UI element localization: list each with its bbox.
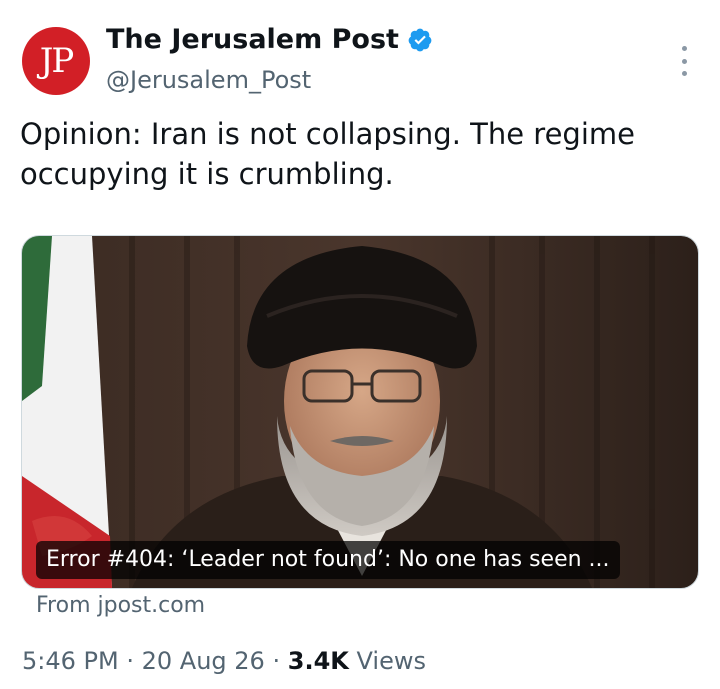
avatar-logo-text: JP (39, 41, 74, 81)
link-card[interactable]: Error #404: ‘Leader not found’: No one h… (21, 235, 699, 589)
handle[interactable]: @Jerusalem_Post (106, 66, 311, 94)
views-label: Views (356, 647, 426, 675)
more-options-icon[interactable] (672, 46, 696, 76)
card-source-link[interactable]: From jpost.com (36, 593, 205, 618)
tweet: JP The Jerusalem Post @Jerusalem_Post Op… (0, 0, 720, 689)
dot (681, 58, 687, 64)
card-headline: Error #404: ‘Leader not found’: No one h… (36, 541, 620, 579)
meta-separator: · (272, 647, 281, 675)
tweet-meta: 5:46 PM · 20 Aug 26 · 3.4K Views (22, 647, 426, 675)
verified-badge-icon (408, 28, 432, 51)
meta-separator: · (126, 647, 134, 675)
tweet-time[interactable]: 5:46 PM (22, 647, 119, 675)
views-count: 3.4K (287, 647, 349, 675)
dot (681, 71, 687, 76)
avatar[interactable]: JP (22, 27, 90, 95)
name-row: The Jerusalem Post (106, 24, 433, 55)
card-image (22, 236, 698, 588)
tweet-text: Opinion: Iran is not collapsing. The reg… (20, 117, 635, 191)
tweet-date[interactable]: 20 Aug 26 (142, 647, 265, 675)
display-name[interactable]: The Jerusalem Post (106, 24, 399, 55)
dot (681, 46, 687, 51)
